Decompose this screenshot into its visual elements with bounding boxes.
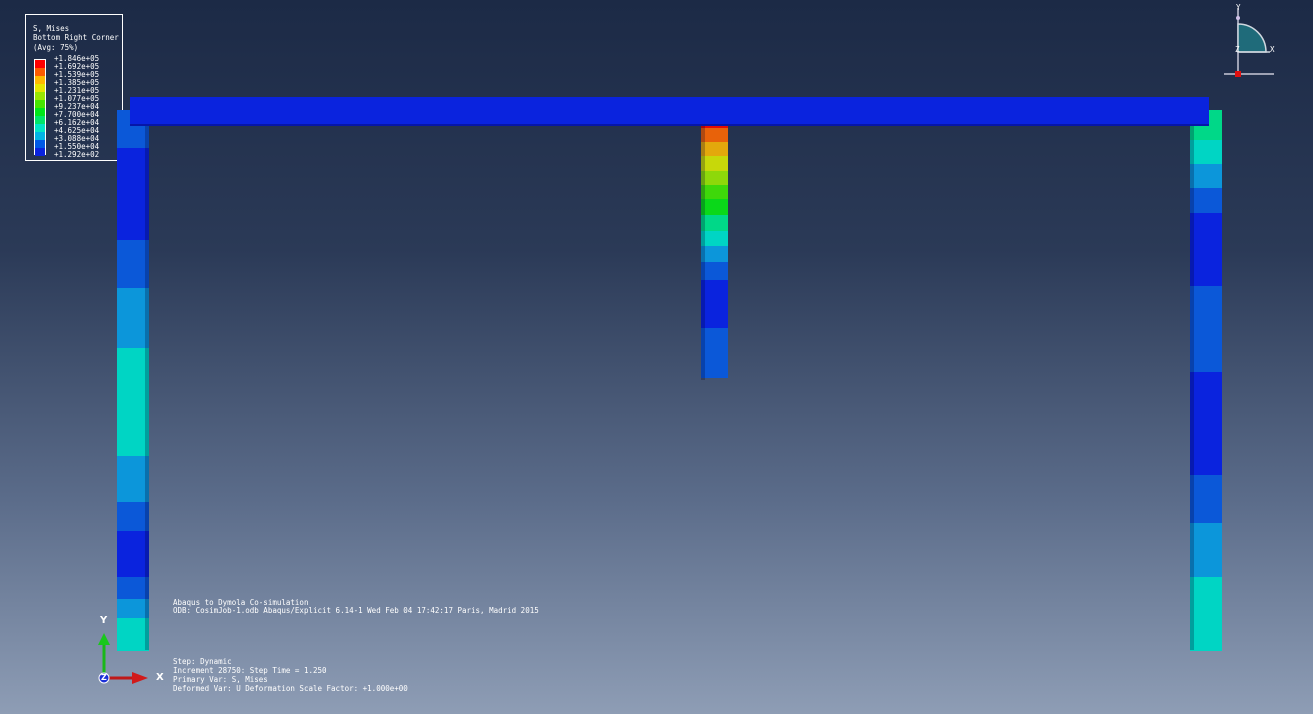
viewport[interactable]: S, Mises Bottom Right Corner (Avg: 75%) … bbox=[0, 0, 1313, 714]
legend-swatch bbox=[35, 148, 45, 156]
legend-level-label: +1.292e+02 bbox=[54, 150, 100, 159]
stress-segment bbox=[1190, 474, 1222, 525]
stress-segment bbox=[1190, 285, 1222, 373]
stress-segment bbox=[701, 328, 728, 378]
triad-z-label: Z bbox=[101, 673, 107, 682]
column-edge-shade bbox=[701, 120, 705, 380]
stress-segment bbox=[701, 246, 728, 263]
view-orientation-cube[interactable]: Y X Z bbox=[1222, 3, 1282, 80]
legend-swatch bbox=[35, 132, 45, 140]
legend-color-scale bbox=[34, 59, 46, 156]
stress-segment bbox=[1190, 164, 1222, 190]
odb-info: ODB: CosimJob-1.odb Abaqus/Explicit 6.14… bbox=[173, 606, 539, 615]
legend-swatch bbox=[35, 140, 45, 148]
viewcube-y-label: Y bbox=[1236, 3, 1241, 12]
top-beam bbox=[130, 97, 1209, 126]
stress-segment bbox=[701, 127, 728, 143]
stress-segment bbox=[1190, 188, 1222, 214]
triad-x-label: X bbox=[156, 672, 164, 683]
triad-y-label: Y bbox=[100, 615, 108, 626]
stress-segment bbox=[701, 214, 728, 231]
legend-swatch bbox=[35, 92, 45, 100]
column-edge-shade bbox=[145, 110, 149, 650]
stress-segment bbox=[1190, 139, 1222, 166]
legend-swatch bbox=[35, 124, 45, 132]
viewcube-x-label: X bbox=[1270, 45, 1275, 54]
axis-triad: Y X Z bbox=[96, 615, 176, 695]
stress-segment bbox=[1190, 371, 1222, 476]
legend-swatch bbox=[35, 60, 45, 68]
legend-swatch bbox=[35, 100, 45, 108]
legend-averaging: (Avg: 75%) bbox=[33, 43, 79, 52]
axis-triad-icon bbox=[98, 633, 148, 684]
left-column bbox=[117, 110, 149, 652]
view-cube-icon bbox=[1224, 8, 1274, 77]
legend-swatch bbox=[35, 68, 45, 76]
stress-segment bbox=[701, 261, 728, 281]
viewcube-z-label: Z bbox=[1235, 45, 1240, 54]
legend-swatch bbox=[35, 84, 45, 92]
stress-segment bbox=[1190, 577, 1222, 652]
column-edge-shade bbox=[1190, 110, 1194, 650]
legend-swatch bbox=[35, 108, 45, 116]
stress-segment bbox=[701, 170, 728, 186]
legend-swatch bbox=[35, 76, 45, 84]
stress-segment bbox=[1190, 212, 1222, 287]
stress-segment bbox=[701, 156, 728, 172]
center-column bbox=[701, 120, 728, 380]
legend-swatch bbox=[35, 116, 45, 124]
deformed-var-info: Deformed Var: U Deformation Scale Factor… bbox=[173, 684, 408, 693]
stress-segment bbox=[701, 230, 728, 247]
stress-segment bbox=[701, 142, 728, 157]
right-column bbox=[1190, 110, 1222, 652]
legend-subtitle: Bottom Right Corner bbox=[33, 33, 119, 42]
stress-segment bbox=[701, 279, 728, 329]
stress-segment bbox=[1190, 523, 1222, 579]
contour-legend: S, Mises Bottom Right Corner (Avg: 75%) … bbox=[25, 14, 123, 161]
legend-title: S, Mises bbox=[33, 24, 70, 33]
stress-segment bbox=[701, 199, 728, 216]
stress-segment bbox=[701, 185, 728, 200]
